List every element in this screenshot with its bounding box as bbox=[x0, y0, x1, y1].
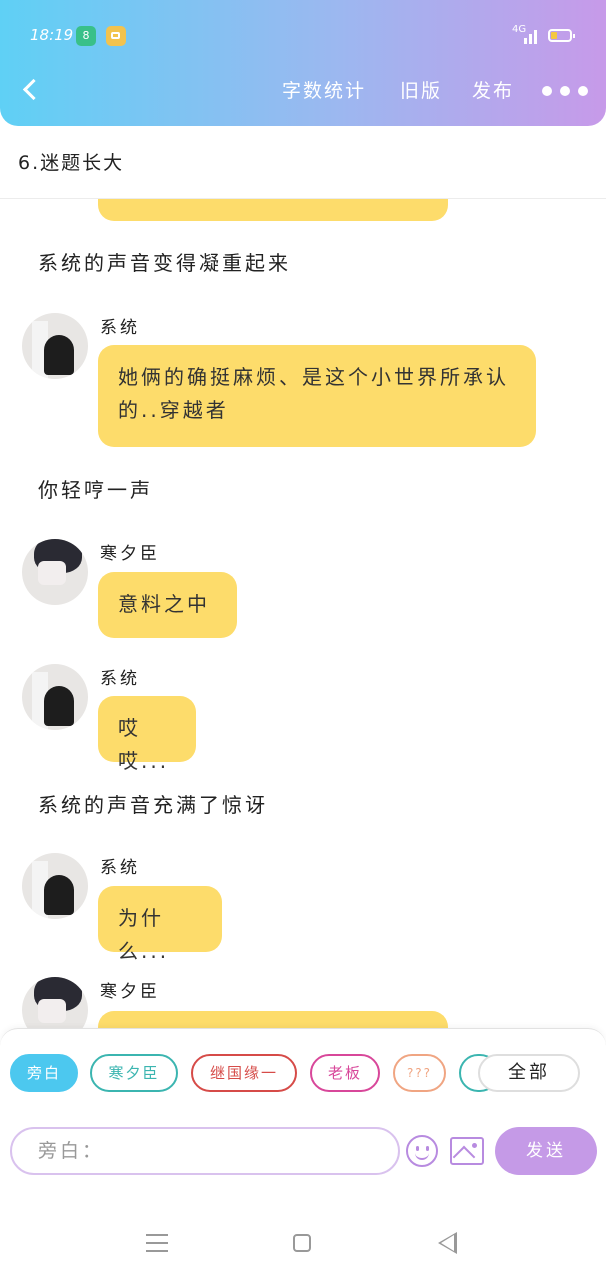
speaker-chip-jiguo-yuanyi[interactable]: 继国缘一 bbox=[191, 1054, 297, 1092]
system-nav-bar bbox=[0, 1176, 606, 1280]
speaker-chip-han-xichen[interactable]: 寒夕臣 bbox=[90, 1054, 178, 1092]
input-panel: 旁白 寒夕臣 继国缘一 老板 ??? 全部 旁白： 发送 bbox=[0, 1028, 606, 1177]
narration-line: 系统的声音充满了惊讶 bbox=[38, 793, 268, 817]
message-bubble bbox=[98, 1011, 448, 1028]
chapter-title[interactable]: 6.迷题长大 bbox=[18, 148, 124, 175]
avatar-han-xichen[interactable] bbox=[22, 539, 88, 605]
speaker-chip-unknown[interactable]: ??? bbox=[393, 1054, 446, 1092]
battery-icon bbox=[548, 29, 575, 42]
avatar-system[interactable] bbox=[22, 853, 88, 919]
signal-icon bbox=[520, 28, 540, 44]
menu-icon[interactable] bbox=[146, 1234, 168, 1252]
status-time: 18:19 bbox=[30, 26, 74, 44]
home-icon[interactable] bbox=[293, 1234, 311, 1252]
avatar-han-xichen[interactable] bbox=[22, 977, 88, 1028]
word-count-button[interactable]: 字数统计 bbox=[282, 76, 366, 103]
message-bubble-partial bbox=[98, 199, 448, 221]
narration-line: 系统的声音变得凝重起来 bbox=[38, 251, 291, 275]
speaker-name: 系统 bbox=[100, 669, 140, 689]
speaker-name: 寒夕臣 bbox=[100, 544, 160, 564]
more-icon[interactable] bbox=[542, 84, 590, 98]
app-notification-icon: 8 bbox=[76, 26, 96, 46]
narration-line: 你轻哼一声 bbox=[38, 478, 153, 502]
app-notification-icon-2 bbox=[106, 26, 126, 46]
speaker-chip-narrator[interactable]: 旁白 bbox=[10, 1054, 78, 1092]
back-icon[interactable] bbox=[20, 78, 44, 102]
speaker-chip-boss[interactable]: 老板 bbox=[310, 1054, 380, 1092]
image-icon[interactable] bbox=[450, 1137, 484, 1165]
avatar-system[interactable] bbox=[22, 664, 88, 730]
publish-button[interactable]: 发布 bbox=[472, 76, 514, 103]
message-bubble: 她俩的确挺麻烦、是这个小世界所承认的..穿越者 bbox=[98, 345, 536, 447]
avatar-system[interactable] bbox=[22, 313, 88, 379]
speaker-name: 系统 bbox=[100, 318, 140, 338]
emoji-icon[interactable] bbox=[406, 1135, 438, 1167]
message-input[interactable]: 旁白： bbox=[10, 1127, 400, 1175]
message-bubble: 意料之中 bbox=[98, 572, 237, 638]
speaker-name: 寒夕臣 bbox=[100, 982, 160, 1002]
all-speakers-button[interactable]: 全部 bbox=[478, 1054, 580, 1092]
send-button[interactable]: 发送 bbox=[495, 1127, 597, 1175]
message-bubble: 哎哎... bbox=[98, 696, 196, 773]
chat-area[interactable]: 系统的声音变得凝重起来 系统 她俩的确挺麻烦、是这个小世界所承认的..穿越者 你… bbox=[0, 199, 606, 1028]
message-bubble: 为什么... bbox=[98, 886, 222, 963]
speaker-name: 系统 bbox=[100, 858, 140, 878]
old-version-button[interactable]: 旧版 bbox=[400, 76, 442, 103]
back-nav-icon[interactable] bbox=[438, 1232, 457, 1254]
app-header: 18:19 8 4G 字数统计 旧版 发布 bbox=[0, 0, 606, 126]
